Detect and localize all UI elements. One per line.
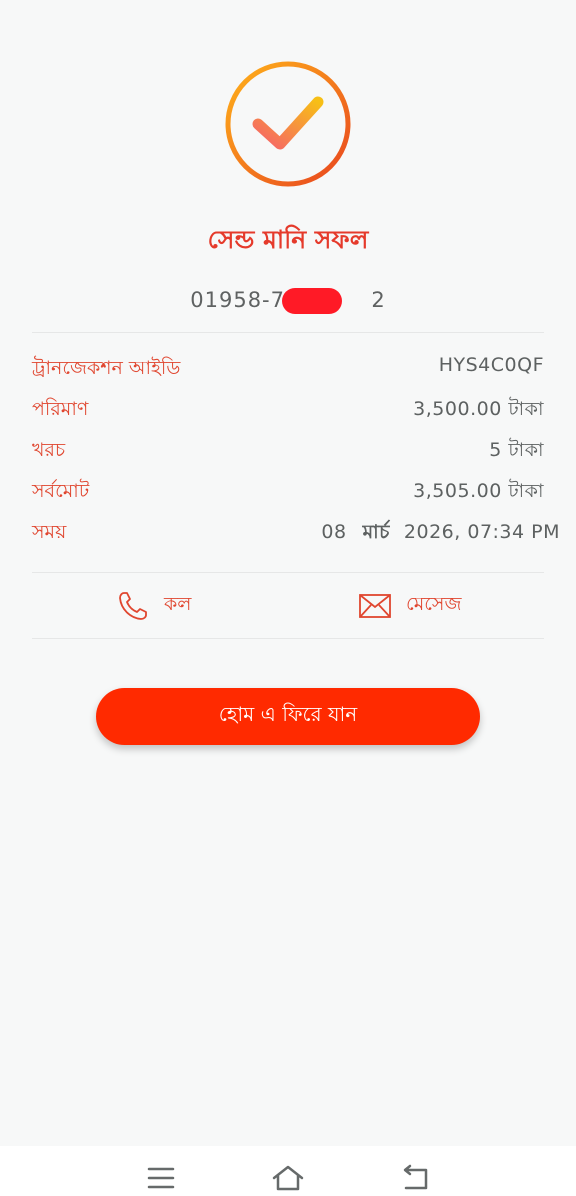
status-title: সেন্ড মানি সফল bbox=[207, 225, 369, 254]
detail-label: খরচ bbox=[32, 439, 66, 461]
detail-row-amount: পরিমাণ 3,500.00 টাকা bbox=[32, 395, 544, 429]
detail-label: সর্বমোট bbox=[32, 480, 90, 502]
phone-icon bbox=[119, 592, 147, 620]
detail-row-charge: খরচ 5 টাকা bbox=[32, 436, 544, 470]
recipient-phone-suffix: 2 bbox=[371, 288, 386, 312]
message-label: মেসেজ bbox=[406, 593, 462, 615]
detail-label: ট্রানজেকশন আইডি bbox=[32, 357, 181, 379]
divider-middle bbox=[32, 572, 544, 573]
detail-label: সময় bbox=[32, 521, 67, 543]
menu-icon[interactable] bbox=[143, 1164, 179, 1192]
redaction-mask bbox=[282, 288, 343, 314]
time-value: 08 মার্চ 2026, 07:34 PM bbox=[321, 518, 560, 550]
time-day: 08 bbox=[321, 521, 347, 543]
message-button[interactable]: মেসেজ bbox=[358, 588, 461, 624]
recipient-phone-row: 01958-70 2 bbox=[0, 288, 576, 314]
transaction-success-screen: সেন্ড মানি সফল 01958-70 2 ট্রানজেকশন আইডি… bbox=[0, 0, 576, 1146]
divider-top bbox=[32, 332, 544, 333]
go-home-button[interactable]: হোম এ ফিরে যান bbox=[96, 688, 480, 745]
time-month: মার্চ bbox=[362, 521, 390, 543]
detail-label: পরিমাণ bbox=[32, 398, 89, 420]
detail-row-transaction-id: ট্রানজেকশন আইডি HYS4C0QF bbox=[32, 354, 544, 388]
total-value: 3,505.00 টাকা bbox=[413, 480, 544, 502]
transaction-id-value: HYS4C0QF bbox=[438, 354, 544, 376]
detail-row-total: সর্বমোট 3,505.00 টাকা bbox=[32, 477, 544, 511]
check-circle-icon bbox=[225, 61, 351, 187]
back-icon[interactable] bbox=[398, 1164, 434, 1192]
recipient-phone: 01958-70 2 bbox=[190, 288, 386, 314]
home-icon[interactable] bbox=[270, 1164, 306, 1192]
time-rest: 2026, 07:34 PM bbox=[403, 521, 560, 543]
charge-value: 5 টাকা bbox=[489, 439, 544, 461]
call-button[interactable]: কল bbox=[116, 588, 191, 624]
detail-row-time: সময় 08 মার্চ 2026, 07:34 PM bbox=[32, 518, 559, 552]
amount-value: 3,500.00 টাকা bbox=[413, 398, 544, 420]
divider-bottom bbox=[32, 638, 544, 639]
call-label: কল bbox=[164, 593, 192, 615]
system-navigation-bar bbox=[0, 1146, 576, 1196]
contact-actions: কল মেসেজ bbox=[0, 588, 576, 624]
envelope-icon bbox=[359, 594, 391, 618]
